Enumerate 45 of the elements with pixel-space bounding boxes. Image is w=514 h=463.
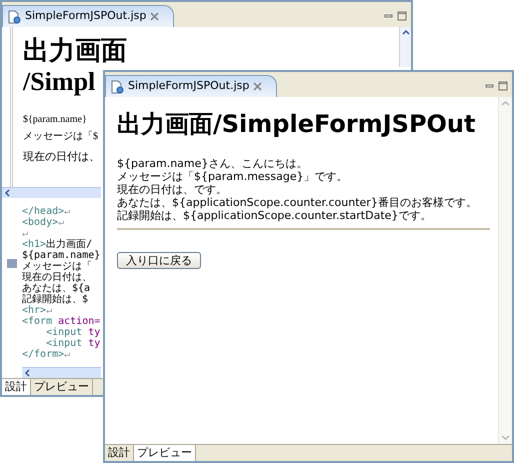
source-line: 現在の日付は、: [22, 272, 93, 283]
source-line: ${param.name}: [22, 250, 100, 261]
text-line: ${param.name}: [23, 113, 87, 127]
view-tab[interactable]: プレビュー: [134, 445, 196, 461]
source-line: <hr>↵: [22, 305, 54, 316]
maximize-icon[interactable]: [498, 81, 508, 91]
source-line: <h1>出力画面/: [22, 239, 94, 250]
text-line: あなたは、${applicationScope.counter.counter}番目のお客様です。: [117, 196, 478, 209]
editor-tab[interactable]: SimpleFormJSPOut.jsp: [2, 5, 174, 27]
back-button[interactable]: 入り口に戻る: [117, 252, 201, 269]
tab-title: SimpleFormJSPOut.jsp: [25, 8, 146, 24]
maximize-icon[interactable]: [397, 11, 407, 21]
close-icon[interactable]: [253, 82, 262, 91]
page-heading: 出力画面/SimpleFormJSPOut: [117, 109, 476, 140]
text-line: 現在の日付は、です。: [117, 183, 228, 196]
text-line: 現在の日付は、: [23, 150, 100, 165]
source-line: <body>↵: [22, 217, 66, 228]
vertical-scrollbar[interactable]: [498, 97, 512, 444]
text-line: メッセージは「${param.message}」です。: [117, 170, 349, 183]
source-line: </head>↵: [22, 206, 72, 217]
minimize-icon[interactable]: [485, 82, 494, 90]
tab-title: SimpleFormJSPOut.jsp: [128, 78, 250, 94]
horizontal-scrollbar[interactable]: [22, 367, 101, 378]
close-icon[interactable]: [150, 12, 160, 21]
text-line: メッセージは「$: [23, 130, 98, 144]
horizontal-scrollbar[interactable]: [2, 187, 101, 198]
page-heading: /Simpl: [23, 66, 96, 97]
vertical-scrollbar[interactable]: [399, 27, 411, 67]
editor-tab[interactable]: SimpleFormJSPOut.jsp: [105, 75, 278, 97]
page-heading: 出力画面: [23, 35, 127, 66]
minimize-icon[interactable]: [384, 12, 393, 20]
view-tab[interactable]: 設計: [2, 379, 31, 395]
source-line: メッセージは「: [22, 261, 93, 272]
source-line: <form action=: [22, 316, 100, 327]
source-line: 記録開始は、$: [22, 294, 90, 305]
source-line: あなたは、${a: [22, 283, 92, 294]
view-tab[interactable]: 設計: [105, 445, 134, 461]
source-line: </form>↵: [22, 349, 72, 360]
text-line: ${param.name}さん、こんにちは。: [117, 157, 308, 170]
text-line: 記録開始は、${applicationScope.counter.startDate}です。: [117, 209, 432, 222]
file-icon: [110, 80, 124, 94]
file-icon: [7, 10, 21, 24]
source-line: <input ty: [45, 338, 100, 349]
source-line: ↵: [22, 228, 30, 239]
source-line: <input ty: [45, 327, 100, 338]
